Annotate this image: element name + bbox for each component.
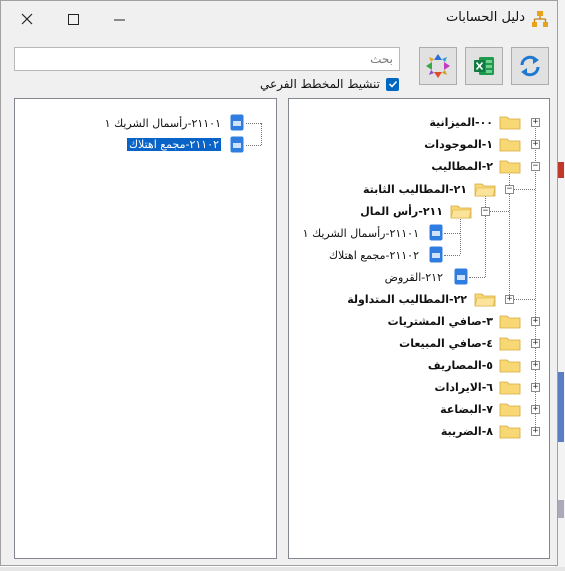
tree-guide-line xyxy=(444,233,460,234)
sub-chart-toggle[interactable]: تنشيط المخطط الفرعي xyxy=(260,77,399,91)
tree-guide-line xyxy=(460,216,461,254)
search-field[interactable] xyxy=(14,47,400,71)
folder-icon xyxy=(499,403,521,417)
tree-node-1[interactable]: ١-الموجودات xyxy=(424,138,493,152)
collapse-toggle[interactable]: − xyxy=(531,162,540,171)
account-document-icon xyxy=(429,246,443,263)
expand-toggle[interactable]: + xyxy=(531,339,540,348)
maximize-button[interactable] xyxy=(50,1,96,37)
sub-chart-label: تنشيط المخطط الفرعي xyxy=(259,77,380,91)
expand-toggle[interactable]: + xyxy=(531,405,540,414)
open-folder-icon xyxy=(450,205,472,219)
tree-node-7[interactable]: ٧-البضاعة xyxy=(440,403,493,417)
expand-toggle[interactable]: + xyxy=(531,427,540,436)
account-document-icon xyxy=(429,224,443,241)
tree-node-4[interactable]: ٤-صافي المبيعات xyxy=(399,337,493,351)
folder-icon xyxy=(499,381,521,395)
tree-guide-line xyxy=(514,299,535,300)
close-icon xyxy=(21,13,33,25)
window-title: دليل الحسابات xyxy=(446,10,525,25)
folder-icon xyxy=(499,138,521,152)
tree-node-212[interactable]: ٢١٢-القروض xyxy=(385,271,443,285)
folder-icon xyxy=(499,337,521,351)
export-excel-button[interactable] xyxy=(465,47,503,85)
refresh-icon xyxy=(520,55,540,77)
account-document-icon xyxy=(454,268,468,285)
expand-arrows-icon xyxy=(426,54,450,78)
background-bottom-edge xyxy=(0,567,565,571)
account-document-icon xyxy=(230,136,244,153)
background-mark-blue xyxy=(557,372,564,442)
folder-icon xyxy=(499,425,521,439)
tree-guide-line xyxy=(469,277,485,278)
tree-guide-line xyxy=(489,211,509,212)
tree-guide-line xyxy=(246,145,261,146)
tree-node-8[interactable]: ٨-الضريبة xyxy=(441,425,493,439)
refresh-button[interactable] xyxy=(511,47,549,85)
tree-node-211[interactable]: ٢١١-رأس المال xyxy=(360,205,443,219)
background-mark-gray xyxy=(557,500,564,518)
folder-icon xyxy=(499,315,521,329)
expand-toggle[interactable]: + xyxy=(505,295,514,304)
tree-node-22[interactable]: ٢٢-المطاليب المتداولة xyxy=(347,293,467,307)
accounts-tree: + ٠٠-الميزانية + ١-الموجودات − ٢-المطالي… xyxy=(289,99,549,558)
tree-node-00[interactable]: ٠٠-الميزانية xyxy=(429,116,493,130)
tree-guide-line xyxy=(261,123,262,145)
search-input[interactable] xyxy=(15,48,399,70)
title-bar: دليل الحسابات xyxy=(1,1,557,37)
open-folder-icon xyxy=(499,160,521,174)
tree-node-21[interactable]: ٢١-المطاليب الثابتة xyxy=(363,183,467,197)
expand-toggle[interactable]: + xyxy=(531,140,540,149)
background-mark-red xyxy=(558,162,564,178)
minimize-button[interactable] xyxy=(96,1,142,37)
tree-node-21101[interactable]: ٢١١٠١-رأسمال الشريك ١ xyxy=(303,227,419,241)
expand-toggle[interactable]: + xyxy=(531,317,540,326)
expand-toggle[interactable]: + xyxy=(531,383,540,392)
tree-guide-line xyxy=(246,123,261,124)
tree-node-21102[interactable]: ٢١١٠٢-مجمع اهتلاك xyxy=(329,249,419,263)
expand-toggle[interactable]: + xyxy=(531,118,540,127)
accounts-tree-panel[interactable]: + ٠٠-الميزانية + ١-الموجودات − ٢-المطالي… xyxy=(288,98,550,559)
sub-chart-panel[interactable]: ٢١١٠١-رأسمال الشريك ١ ٢١١٠٢-مجمع اهتلاك xyxy=(14,98,277,559)
tree-node-2[interactable]: ٢-المطاليب xyxy=(431,160,493,174)
selected-item-label: ٢١١٠٢-مجمع اهتلاك xyxy=(125,137,223,152)
folder-icon xyxy=(474,293,496,307)
account-document-icon xyxy=(230,114,244,131)
minimize-icon xyxy=(113,19,125,20)
folder-icon xyxy=(499,359,521,373)
tree-node-5[interactable]: ٥-المصاريف xyxy=(428,359,493,373)
expand-button[interactable] xyxy=(419,47,457,85)
close-button[interactable] xyxy=(4,1,50,37)
open-folder-icon xyxy=(474,183,496,197)
tree-node-6[interactable]: ٦-الايرادات xyxy=(435,381,493,395)
checkmark-icon xyxy=(388,80,397,88)
collapse-toggle[interactable]: − xyxy=(505,185,514,194)
tree-guide-line xyxy=(444,255,460,256)
folder-icon xyxy=(499,116,521,130)
maximize-icon xyxy=(67,13,79,25)
collapse-toggle[interactable]: − xyxy=(481,207,490,216)
tree-guide-line xyxy=(514,189,535,190)
tree-node-3[interactable]: ٣-صافي المشتريات xyxy=(388,315,493,329)
sub-chart-tree: ٢١١٠١-رأسمال الشريك ١ ٢١١٠٢-مجمع اهتلاك xyxy=(15,99,276,558)
hierarchy-app-icon xyxy=(532,11,548,27)
excel-icon xyxy=(474,57,494,75)
expand-toggle[interactable]: + xyxy=(531,361,540,370)
sub-tree-item-2-selected[interactable]: ٢١١٠٢-مجمع اهتلاك xyxy=(125,137,223,152)
chart-of-accounts-window: دليل الحسابات بحث تنشيط المخطط الفرعي + … xyxy=(0,0,558,566)
sub-tree-item-1[interactable]: ٢١١٠١-رأسمال الشريك ١ xyxy=(105,117,221,131)
sub-chart-checkbox[interactable] xyxy=(386,77,399,91)
